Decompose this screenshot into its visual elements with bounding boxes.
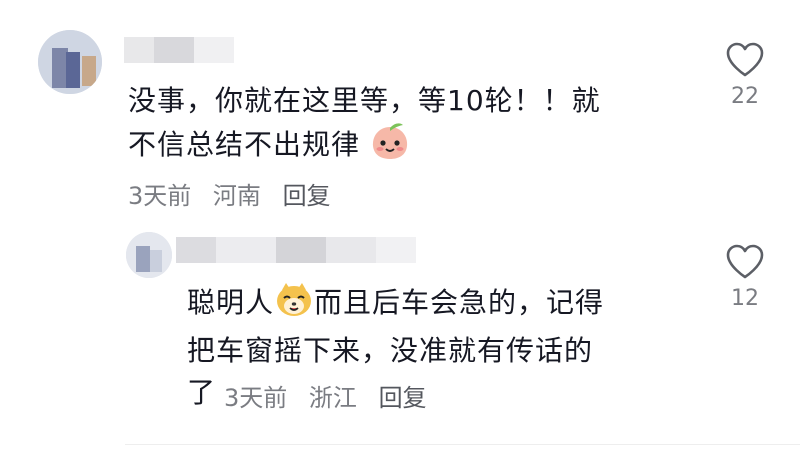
username-redacted[interactable]	[176, 237, 416, 263]
comment-time: 3天前	[224, 384, 288, 412]
heart-icon	[726, 244, 764, 279]
avatar[interactable]	[126, 232, 172, 278]
username-redacted[interactable]	[124, 37, 234, 63]
comment-meta: 3天前 浙江 回复	[224, 378, 441, 413]
like-button[interactable]: 12	[715, 244, 775, 311]
like-button[interactable]: 22	[715, 42, 775, 109]
divider	[125, 444, 800, 445]
comment-meta: 3天前 河南 回复	[128, 176, 345, 211]
like-count: 12	[731, 286, 759, 311]
comment-text: 聪明人 而且后车会急的，记得 把车窗摇下来，没准就有传话的	[187, 280, 687, 372]
comment-location: 河南	[212, 182, 261, 210]
reply-button[interactable]: 回复	[379, 384, 427, 412]
comment-text: 没事，你就在这里等，等10轮！！就 不信总结不出规律	[128, 80, 708, 172]
comment-time: 3天前	[128, 182, 192, 210]
peach-face-emoji	[370, 122, 410, 172]
comment-text-last-line: 了	[187, 376, 217, 409]
like-count: 22	[731, 84, 759, 109]
avatar[interactable]	[38, 30, 102, 94]
heart-icon	[726, 42, 764, 77]
comment-location: 浙江	[308, 384, 357, 412]
smiling-fox-emoji	[274, 280, 314, 330]
reply-button[interactable]: 回复	[283, 182, 331, 210]
